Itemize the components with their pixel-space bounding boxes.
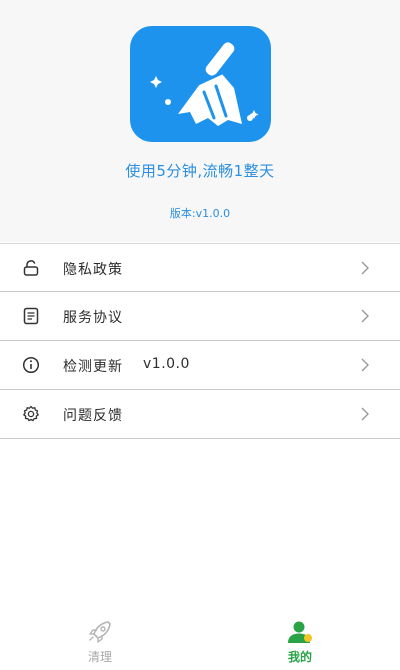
app-info-header: 使用5分钟,流畅1整天 版本:v1.0.0 xyxy=(0,0,400,242)
chevron-right-icon xyxy=(361,261,369,275)
menu-label: 隐私政策 xyxy=(63,262,123,278)
chevron-right-icon xyxy=(361,309,369,323)
broom-icon xyxy=(150,42,259,126)
menu-label: 问题反馈 xyxy=(63,408,123,424)
rocket-icon xyxy=(89,621,111,643)
app-slogan: 使用5分钟,流畅1整天 xyxy=(125,162,275,180)
menu-label: 检测更新 xyxy=(63,359,123,375)
document-icon xyxy=(23,307,39,325)
menu-label: 服务协议 xyxy=(63,310,123,326)
menu-item-feedback[interactable]: 问题反馈 xyxy=(0,390,400,439)
tab-mine[interactable]: 我的 xyxy=(200,618,400,670)
chevron-right-icon xyxy=(361,358,369,372)
tab-label: 清理 xyxy=(87,650,112,664)
settings-menu: 隐私政策 服务协议 检测更新 v1.0.0 问题反馈 xyxy=(0,243,400,439)
info-icon xyxy=(22,356,40,374)
bottom-navigation: 清理 我的 xyxy=(0,618,400,670)
app-logo xyxy=(130,26,271,142)
profile-page: 使用5分钟,流畅1整天 版本:v1.0.0 隐私政策 服务协议 检测更新 v1.… xyxy=(0,0,400,670)
tab-clean[interactable]: 清理 xyxy=(0,618,200,670)
menu-item-privacy-policy[interactable]: 隐私政策 xyxy=(0,243,400,292)
menu-item-check-update[interactable]: 检测更新 v1.0.0 xyxy=(0,341,400,390)
user-icon xyxy=(288,621,312,643)
lock-icon xyxy=(23,260,39,276)
tab-label: 我的 xyxy=(287,650,312,664)
menu-item-service-agreement[interactable]: 服务协议 xyxy=(0,292,400,341)
chevron-right-icon xyxy=(361,407,369,421)
gear-icon xyxy=(23,405,39,422)
current-version: v1.0.0 xyxy=(143,356,190,372)
app-version: 版本:v1.0.0 xyxy=(169,207,231,220)
